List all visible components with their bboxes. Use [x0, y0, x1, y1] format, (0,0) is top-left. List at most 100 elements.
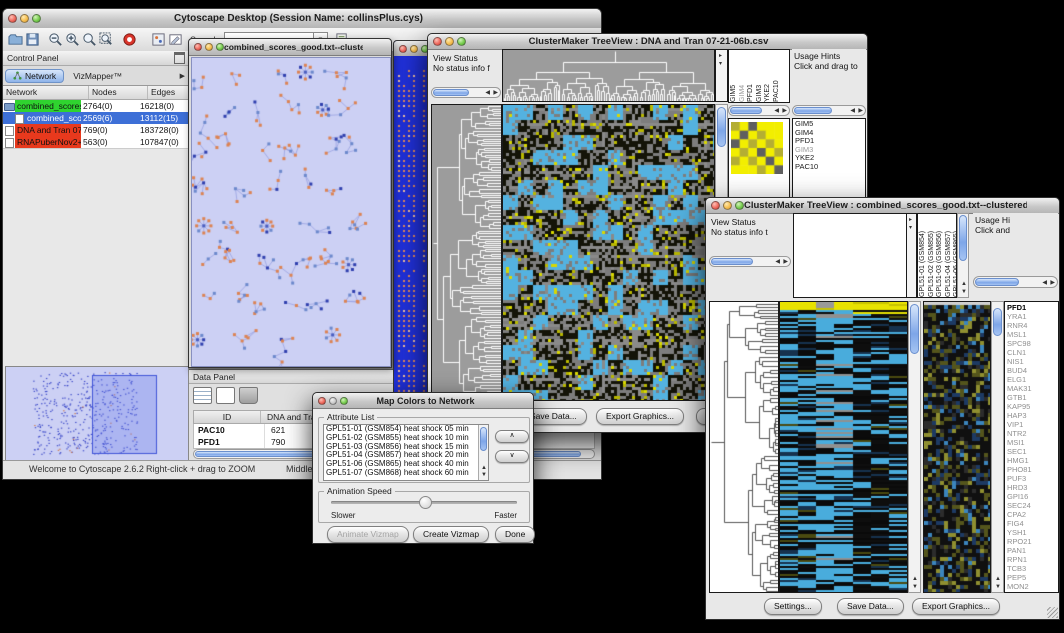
trash-icon[interactable] [239, 387, 258, 404]
birdseye-canvas[interactable] [6, 367, 186, 459]
move-up-button[interactable]: ∧ [495, 430, 529, 443]
network-tree-row[interactable]: combined_scores2764(0)16218(0) [3, 100, 189, 112]
scroll-thumb[interactable] [993, 308, 1002, 336]
scroll-thumb[interactable] [480, 427, 487, 451]
save-icon[interactable] [24, 31, 41, 48]
scroll-left-icon[interactable]: ◀ [774, 108, 779, 114]
maximize-icon[interactable] [735, 201, 744, 210]
scroll-left-icon[interactable]: ◀ [1042, 280, 1047, 286]
minimize-icon[interactable] [205, 43, 213, 51]
scroll-thumb[interactable] [910, 304, 919, 354]
float-panel-icon[interactable] [174, 52, 185, 64]
zoom-fit-icon[interactable] [98, 31, 115, 48]
tab-network[interactable]: Network [5, 69, 64, 83]
scroll-right-icon[interactable]: ▶ [1050, 280, 1055, 286]
close-icon[interactable] [194, 43, 202, 51]
main-titlebar[interactable]: Cytoscape Desktop (Session Name: collins… [3, 9, 601, 29]
treeview1-titlebar[interactable]: ClusterMaker TreeView : DNA and Tran 07-… [428, 34, 867, 50]
tv1-genelist-hscrollbar[interactable]: ◀ ▶ [792, 105, 866, 116]
scroll-thumb[interactable] [794, 107, 832, 114]
network-tree-row[interactable]: RNAPuberNov2+563(0)107847(0) [3, 136, 189, 148]
close-icon[interactable] [8, 14, 17, 23]
scroll-down-icon[interactable]: ▼ [961, 289, 967, 295]
scroll-right-icon[interactable]: ▶ [858, 108, 863, 114]
export-graphics-button[interactable]: Export Graphics... [912, 598, 1000, 615]
close-icon[interactable] [433, 37, 442, 46]
slider-thumb[interactable] [419, 496, 432, 509]
maximize-icon[interactable] [216, 43, 224, 51]
tv1-matrix-hscrollbar[interactable]: ◀ ▶ [728, 105, 790, 116]
scroll-thumb[interactable] [711, 258, 753, 265]
resize-grip-icon[interactable] [1047, 607, 1058, 618]
col-header-network[interactable]: Network [3, 86, 89, 99]
scroll-thumb[interactable] [730, 107, 762, 114]
tv1-strip-up-icon[interactable]: ▸ [719, 53, 722, 59]
network-tree-row[interactable]: combined_sco2569(6)13112(15) [3, 112, 189, 124]
scroll-up-icon[interactable]: ▲ [481, 465, 487, 471]
treeview2-titlebar[interactable]: ClusterMaker TreeView : combined_scores_… [706, 198, 1059, 214]
dialog-titlebar[interactable]: Map Colors to Network [313, 393, 533, 409]
done-button[interactable]: Done [495, 526, 535, 543]
new-page-icon[interactable] [216, 387, 235, 404]
annotation-icon[interactable] [167, 31, 184, 48]
minimize-icon[interactable] [445, 37, 454, 46]
birdseye-view[interactable] [5, 366, 189, 462]
scroll-thumb[interactable] [433, 89, 469, 96]
maximize-icon[interactable] [340, 397, 348, 405]
minimize-icon[interactable] [410, 45, 418, 53]
minimize-icon[interactable] [20, 14, 29, 23]
tv2-cluster-vscrollbar[interactable]: ▲ ▼ [991, 301, 1004, 593]
help-lifering-icon[interactable] [121, 31, 138, 48]
close-icon[interactable] [318, 397, 326, 405]
data-col-id[interactable]: ID [194, 411, 261, 423]
save-data-button[interactable]: Save Data... [837, 598, 904, 615]
tv1-viewstatus-hscrollbar[interactable]: ◀ ▶ [431, 87, 501, 98]
scroll-right-icon[interactable]: ▶ [493, 90, 498, 96]
tv2-heatmap-vscrollbar[interactable]: ▲ ▼ [908, 301, 921, 593]
scroll-left-icon[interactable]: ◀ [485, 90, 490, 96]
maximize-icon[interactable] [457, 37, 466, 46]
network1-canvas[interactable] [191, 57, 391, 367]
scroll-up-icon[interactable]: ▲ [995, 576, 1001, 582]
tab-vizmapper[interactable]: VizMapper™ [64, 70, 131, 82]
col-header-nodes[interactable]: Nodes [89, 86, 148, 99]
minimize-icon[interactable] [329, 397, 337, 405]
tv2-strip-up-icon[interactable]: ▸ [909, 217, 912, 223]
scroll-up-icon[interactable]: ▲ [912, 576, 918, 582]
tv2-viewstatus-hscrollbar[interactable]: ◀ ▶ [709, 256, 791, 267]
scroll-thumb[interactable] [959, 215, 967, 261]
node-attribute-icon[interactable] [150, 31, 167, 48]
move-down-button[interactable]: ∨ [495, 450, 529, 463]
open-file-icon[interactable] [7, 31, 24, 48]
tv2-strip-down-icon[interactable]: ▾ [909, 225, 912, 231]
tv1-column-dendrogram[interactable] [503, 50, 714, 101]
attribute-list-vscrollbar[interactable]: ▲ ▼ [478, 425, 488, 480]
maximize-icon[interactable] [32, 14, 41, 23]
close-icon[interactable] [711, 201, 720, 210]
zoom-out-icon[interactable] [47, 31, 64, 48]
scroll-down-icon[interactable]: ▼ [912, 584, 918, 590]
scroll-left-icon[interactable]: ◀ [775, 259, 780, 265]
scroll-down-icon[interactable]: ▼ [481, 472, 487, 478]
zoom-in-icon[interactable] [64, 31, 81, 48]
tv2-heatmap[interactable] [780, 302, 907, 592]
export-graphics-button[interactable]: Export Graphics... [596, 408, 684, 425]
close-icon[interactable] [399, 45, 407, 53]
scroll-up-icon[interactable]: ▲ [961, 281, 967, 287]
tv2-cluster-heatmap[interactable] [924, 302, 990, 592]
scroll-left-icon[interactable]: ◀ [850, 108, 855, 114]
create-vizmap-button[interactable]: Create Vizmap [413, 526, 489, 543]
tv1-strip-down-icon[interactable]: ▾ [719, 61, 722, 67]
minimize-icon[interactable] [723, 201, 732, 210]
col-header-edges[interactable]: Edges [148, 86, 189, 99]
scroll-right-icon[interactable]: ▶ [783, 259, 788, 265]
table-grid-icon[interactable] [193, 387, 212, 404]
tv1-row-dendrogram[interactable] [432, 105, 501, 400]
scroll-thumb[interactable] [975, 278, 1019, 286]
scroll-right-icon[interactable]: ▶ [782, 108, 787, 114]
settings-button[interactable]: Settings... [764, 598, 822, 615]
attribute-list-item[interactable]: GPL51-07 (GSM868) heat shock 60 min [324, 469, 478, 478]
tv2-collabel-vscrollbar[interactable]: ▲ ▼ [957, 213, 969, 298]
tv2-genelist-hscrollbar[interactable]: ◀ ▶ [973, 276, 1058, 288]
network-tree-row[interactable]: DNA and Tran 07769(0)183728(0) [3, 124, 189, 136]
